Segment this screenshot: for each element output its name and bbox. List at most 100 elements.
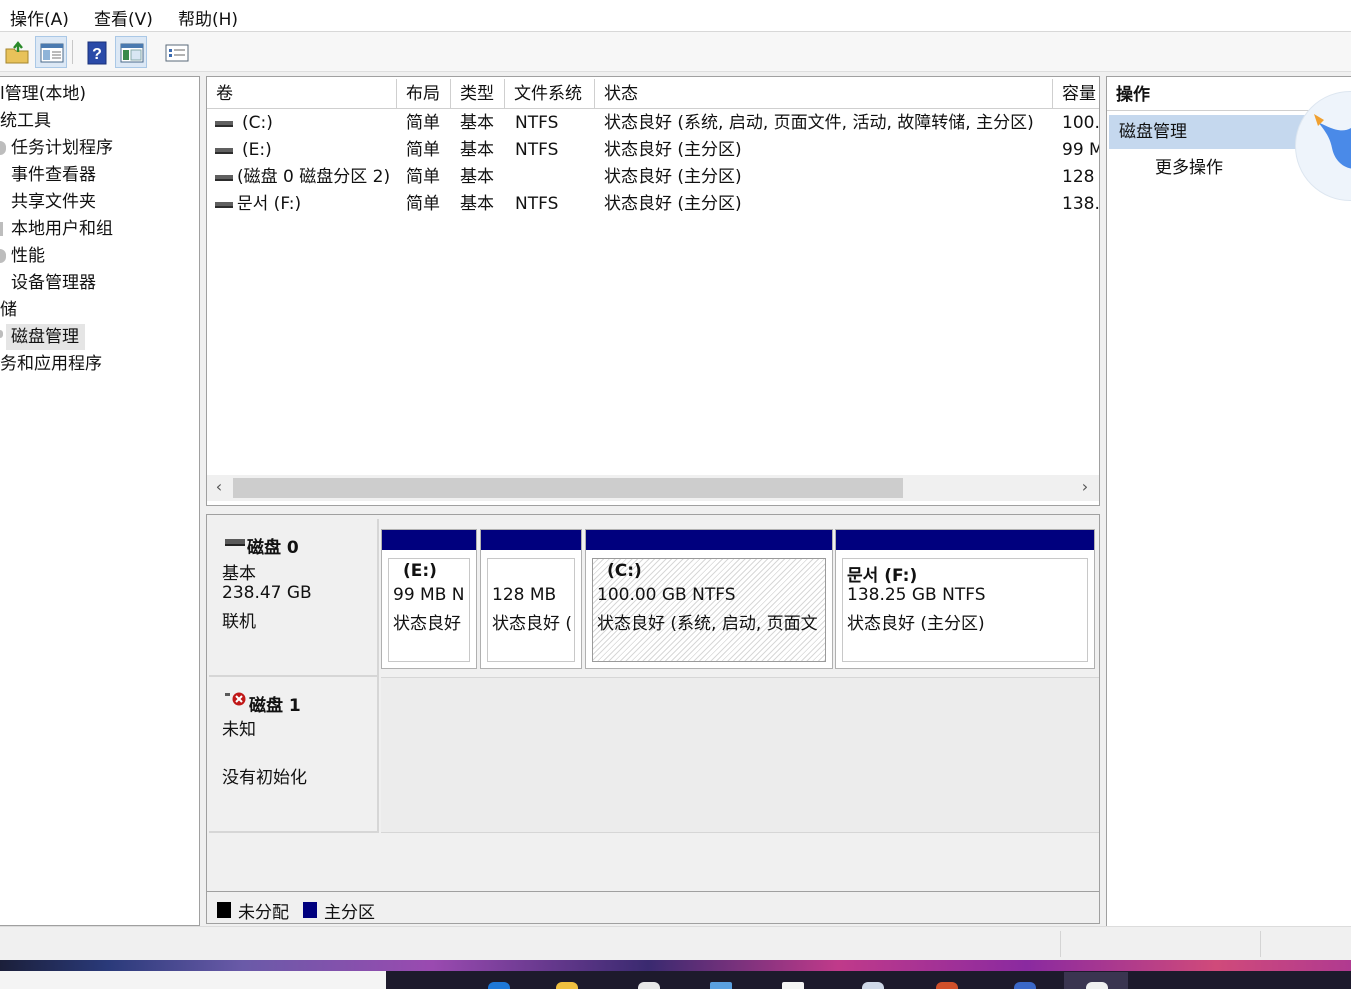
volume-icon [215, 175, 233, 181]
partition-name: (E:) [403, 561, 437, 581]
column-filesystem[interactable]: 文件系统 [505, 79, 595, 109]
volume-type: 基本 [460, 113, 494, 133]
volume-list: 卷 布局 类型 文件系统 状态 容量 (C:) 简单 基本 NTFS 状态良好 … [206, 76, 1100, 506]
partition-status: 状态良好 [393, 614, 461, 634]
volume-name: (E:) [242, 140, 272, 160]
taskbar-app-icon[interactable] [1086, 982, 1108, 989]
disk0-size: 238.47 GB [222, 583, 312, 603]
volume-row[interactable]: (磁盘 0 磁盘分区 2) 简单 基本 状态良好 (主分区) 128 [207, 164, 1099, 191]
expand-icon[interactable] [0, 249, 6, 263]
tree-item-shared-folders[interactable]: 共享文件夹 [11, 189, 96, 215]
tree-item-task-scheduler[interactable]: 任务计划程序 [11, 135, 113, 161]
show-hide-action-pane-button[interactable] [115, 36, 147, 68]
tree-item-local-users-groups[interactable]: 本地用户和组 [11, 216, 113, 242]
volume-status: 状态良好 (主分区) [604, 140, 742, 160]
partition-f[interactable]: 문서 (F:) 138.25 GB NTFS 状态良好 (主分区) [835, 529, 1095, 669]
partition-size: 100.00 GB NTFS [597, 585, 736, 605]
tree-item-device-manager[interactable]: 设备管理器 [11, 270, 96, 296]
legend-unallocated: 未分配 [238, 903, 289, 923]
taskbar-search-area[interactable] [0, 971, 386, 989]
volume-name: (C:) [242, 113, 273, 133]
volume-row[interactable]: (E:) 简单 基本 NTFS 状态良好 (主分区) 99 M [207, 137, 1099, 164]
disk0-label[interactable]: 磁盘 0 基本 238.47 GB 联机 [209, 519, 379, 677]
partition-body: 문서 (F:) 138.25 GB NTFS 状态良好 (主分区) [842, 558, 1088, 662]
column-capacity[interactable]: 容量 [1053, 79, 1099, 109]
menu-view[interactable]: 查看(V) [94, 5, 153, 30]
disk0-state: 联机 [222, 612, 256, 632]
partition-size: 99 MB N [393, 585, 465, 605]
taskbar-app-icon[interactable] [782, 982, 804, 989]
expand-icon[interactable] [0, 222, 3, 236]
taskbar [0, 960, 1351, 989]
tree-item-system-tools[interactable]: 统工具 [0, 108, 51, 134]
primary-partition-bar [586, 530, 832, 550]
volume-name: 문서 (F:) [237, 194, 302, 214]
volume-fs: NTFS [515, 113, 559, 133]
volume-status: 状态良好 (系统, 启动, 页面文件, 活动, 故障转储, 主分区) [604, 113, 1034, 133]
expand-icon[interactable] [0, 141, 6, 155]
status-divider [1060, 931, 1061, 957]
volume-capacity: 138. [1062, 194, 1100, 214]
disk1-area[interactable] [381, 677, 1099, 833]
taskbar-app-icon[interactable] [710, 982, 732, 989]
taskbar-app-icon[interactable] [556, 982, 578, 989]
more-actions-link[interactable]: 更多操作 [1155, 155, 1223, 181]
partition-2[interactable]: 128 MB 状态良好 ( [480, 529, 582, 669]
disk1-label[interactable]: 磁盘 1 未知 没有初始化 [209, 677, 379, 833]
partition-size: 128 MB [492, 585, 557, 605]
partition-name: 문서 (F:) [847, 566, 918, 586]
volume-status: 状态良好 (主分区) [604, 167, 742, 187]
scroll-right-icon[interactable]: › [1073, 475, 1097, 501]
column-type[interactable]: 类型 [451, 79, 505, 109]
partition-c[interactable]: (C:) 100.00 GB NTFS 状态良好 (系统, 启动, 页面文 [585, 529, 833, 669]
taskbar-app-icon[interactable] [936, 982, 958, 989]
properties-button[interactable] [160, 36, 192, 68]
tree-item-computer-management[interactable]: l管理(本地) [0, 81, 86, 107]
partition-name: (C:) [607, 561, 642, 581]
volume-type: 基本 [460, 140, 494, 160]
volume-type: 基本 [460, 194, 494, 214]
taskbar-app-icon[interactable] [488, 982, 510, 989]
partition-status: 状态良好 (系统, 启动, 页面文 [597, 614, 818, 634]
taskbar-app-icon[interactable] [1014, 982, 1036, 989]
status-divider [1260, 931, 1261, 957]
disk-icon [225, 539, 245, 546]
volume-row[interactable]: 문서 (F:) 简单 基本 NTFS 状态良好 (主分区) 138. [207, 191, 1100, 218]
tree-item-disk-management[interactable]: 磁盘管理 [6, 324, 85, 350]
expand-icon[interactable] [0, 330, 3, 338]
show-hide-console-tree-icon [40, 43, 64, 63]
partition-e[interactable]: (E:) 99 MB N 状态良好 [381, 529, 477, 669]
partition-body-selected: (C:) 100.00 GB NTFS 状态良好 (系统, 启动, 页面文 [592, 558, 826, 662]
legend: 未分配 主分区 [207, 891, 1099, 923]
column-layout[interactable]: 布局 [397, 79, 451, 109]
help-button[interactable]: ? [80, 36, 112, 68]
tree-item-services-applications[interactable]: 务和应用程序 [0, 351, 102, 377]
menu-help[interactable]: 帮助(H) [178, 5, 238, 30]
partition-size: 138.25 GB NTFS [847, 585, 986, 605]
volume-row[interactable]: (C:) 简单 基本 NTFS 状态良好 (系统, 启动, 页面文件, 活动, … [207, 110, 1099, 137]
disk1-type: 未知 [222, 720, 256, 740]
taskbar-app-icon[interactable] [638, 982, 660, 989]
tree-item-performance[interactable]: 性能 [11, 243, 45, 269]
up-folder-button[interactable] [0, 36, 32, 68]
volume-icon [215, 148, 233, 154]
tree-item-event-viewer[interactable]: 事件查看器 [11, 162, 96, 188]
volume-list-header: 卷 布局 类型 文件系统 状态 容量 [207, 79, 1099, 109]
primary-partition-bar [382, 530, 476, 550]
taskbar-app-icon[interactable] [862, 982, 884, 989]
toolbar: ? [0, 32, 1351, 72]
scroll-left-icon[interactable]: ‹ [207, 475, 231, 501]
svg-text:?: ? [92, 46, 102, 63]
tree-item-storage[interactable]: 储 [0, 297, 17, 323]
show-hide-console-tree-button[interactable] [35, 36, 67, 68]
volume-icon [215, 121, 233, 127]
volume-status: 状态良好 (主分区) [604, 194, 742, 214]
menu-action[interactable]: 操作(A) [10, 5, 69, 30]
menu-bar: 操作(A) 查看(V) 帮助(H) [0, 0, 1351, 32]
column-status[interactable]: 状态 [595, 79, 1053, 109]
volume-icon [215, 202, 233, 208]
volume-fs: NTFS [515, 140, 559, 160]
column-volume[interactable]: 卷 [207, 79, 397, 109]
scrollbar-thumb[interactable] [233, 478, 903, 498]
horizontal-scrollbar[interactable]: ‹ › [207, 475, 1099, 501]
